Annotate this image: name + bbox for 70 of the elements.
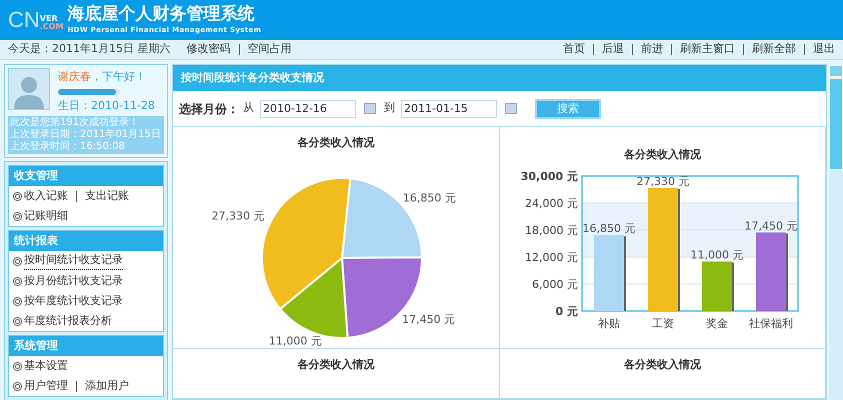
login-info-text: 此次是您第191次成功登录！	[10, 117, 140, 128]
menu-link[interactable]: 按时间统计收支记录	[24, 252, 123, 270]
date-field[interactable]: 2011-01-15	[401, 100, 497, 118]
slice-label: 16,850 元	[402, 191, 456, 204]
bullet-icon	[13, 192, 22, 200]
login-info-text: 上次登录时间：16:50:08	[10, 141, 126, 153]
toolbar-link[interactable]: 退出	[813, 41, 835, 58]
slice-label: 17,450 元	[402, 312, 455, 326]
bar-value-label: 16,850 元	[582, 222, 636, 235]
chart-title: 各分类收入情况	[297, 135, 374, 151]
bullet-icon	[13, 362, 22, 370]
to-label: 到	[384, 100, 395, 116]
menu-link[interactable]: 记账明细	[24, 208, 68, 224]
chart-title: 各分类收入情况	[624, 357, 701, 373]
slice-label: 11,000 元	[268, 334, 322, 348]
axis-tick-label: 0 元	[556, 304, 578, 318]
menu-link[interactable]: 按年度统计收支记录	[24, 292, 123, 310]
axis-tick-label: 18,000 元	[525, 224, 578, 236]
menu-header: 收支管理	[9, 166, 163, 186]
axis-tick-label: 30,000 元	[520, 170, 578, 182]
toolbar-link[interactable]: 前进	[641, 41, 663, 58]
menu-link[interactable]: 年度统计报表分析	[24, 312, 112, 330]
bullet-icon	[13, 316, 22, 326]
user-name: 谢庆春	[58, 69, 91, 85]
axis-tick-label: 24,000 元	[525, 196, 578, 210]
bar-value-label: 27,330 元	[636, 174, 690, 188]
panel-title: 按时间段统计各分类收支情况	[173, 65, 826, 91]
toolbar-link[interactable]: 修改密码	[186, 41, 230, 58]
app-title: 海底屋个人财务管理系统	[67, 4, 256, 26]
chart-title: 各分类收入情况	[297, 357, 374, 373]
filter-label: 选择月份：	[179, 100, 239, 118]
date-field[interactable]: 2010-12-16	[260, 100, 356, 118]
bar-value-label: 17,450 元	[744, 218, 798, 232]
space-meter	[58, 88, 120, 94]
category-label: 补贴	[598, 316, 620, 330]
toolbar-link[interactable]: 空间占用	[248, 41, 292, 58]
toolbar-link[interactable]: 首页	[563, 41, 585, 58]
menu-link[interactable]: 支出记账	[85, 188, 129, 204]
category-label: 社保福利	[749, 316, 794, 330]
bar-value-label: 11,000 元	[690, 248, 744, 261]
menu-link[interactable]: 按月份统计收支记录	[24, 272, 123, 290]
axis-tick-label: 12,000 元	[525, 250, 578, 264]
bullet-icon	[13, 296, 22, 306]
avatar-icon	[8, 68, 50, 110]
login-info-text: 上次登录日期：2011年01月15日	[10, 129, 162, 140]
from-label: 从	[243, 100, 254, 116]
chart-title: 各分类收入情况	[624, 147, 701, 163]
slice-label: 27,330 元	[211, 208, 264, 222]
calendar-icon[interactable]	[505, 103, 517, 114]
greeting-text: ，下午好！	[91, 69, 146, 85]
toolbar-link[interactable]: 刷新全部	[752, 41, 796, 58]
date-text: 今天是：2011年1月15日 星期六	[8, 41, 170, 58]
toolbar-link[interactable]: 刷新主窗口	[680, 41, 735, 58]
menu-header: 系统管理	[9, 336, 163, 356]
calendar-icon[interactable]	[364, 103, 376, 114]
bullet-icon	[13, 276, 22, 286]
bullet-icon	[13, 382, 22, 390]
scrollbar[interactable]	[829, 65, 843, 400]
birthday-text: 生日：2010-11-28	[58, 98, 155, 114]
bullet-icon	[13, 212, 22, 220]
axis-tick-label: 6,000 元	[532, 278, 578, 290]
bullet-icon	[13, 256, 22, 266]
menu-link[interactable]: 收入记账	[24, 188, 68, 204]
menu-header: 统计报表	[9, 231, 163, 251]
toolbar-link[interactable]: 后退	[602, 41, 624, 58]
category-label: 奖金	[706, 316, 728, 330]
menu-link[interactable]: 添加用户	[85, 378, 129, 394]
menu-link[interactable]: 基本设置	[24, 358, 68, 374]
category-label: 工资	[652, 316, 674, 330]
menu-link[interactable]: 用户管理	[24, 378, 68, 394]
